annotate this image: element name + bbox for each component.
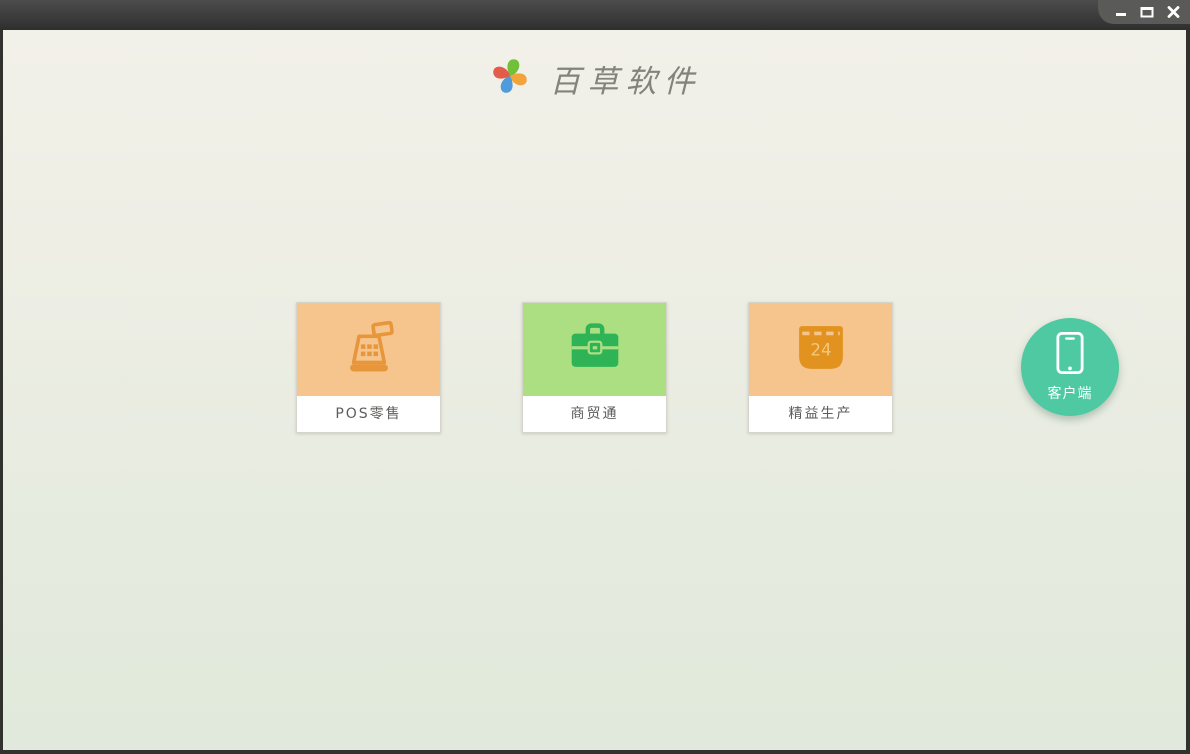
product-tile: 24 — [749, 303, 892, 396]
product-card-label: 商贸通 — [570, 406, 619, 422]
titlebar[interactable] — [0, 0, 1190, 30]
client-button-label: 客户端 — [1047, 385, 1093, 401]
product-card-pos-retail[interactable]: POS零售 — [296, 302, 441, 433]
maximize-icon — [1140, 6, 1154, 18]
calendar-day-number: 24 — [810, 340, 831, 359]
app-window: 百草软件 POS零售 商贸通 24 精益生产 客户端 — [0, 0, 1190, 754]
calendar-icon: 24 — [796, 323, 846, 377]
product-card-label: POS零售 — [335, 406, 402, 422]
product-tile — [523, 303, 666, 396]
brand-header: 百草软件 — [3, 54, 1186, 102]
app-title: 百草软件 — [549, 63, 702, 100]
maximize-button[interactable] — [1136, 2, 1158, 22]
briefcase-icon — [566, 322, 624, 378]
product-card-lean-production[interactable]: 24 精益生产 — [748, 302, 893, 433]
minimize-button[interactable] — [1110, 2, 1132, 22]
main-content: 百草软件 POS零售 商贸通 24 精益生产 客户端 — [3, 30, 1186, 750]
minimize-icon — [1114, 6, 1128, 18]
pinwheel-logo-icon — [488, 54, 532, 102]
cash-register-icon — [340, 320, 398, 380]
close-icon — [1167, 6, 1180, 18]
client-app-button[interactable]: 客户端 — [1021, 318, 1119, 416]
smartphone-icon — [1056, 331, 1084, 378]
product-card-trade[interactable]: 商贸通 — [522, 302, 667, 433]
product-tile — [297, 303, 440, 396]
product-card-label: 精益生产 — [788, 406, 853, 422]
close-button[interactable] — [1162, 2, 1184, 22]
window-controls — [1098, 0, 1190, 24]
